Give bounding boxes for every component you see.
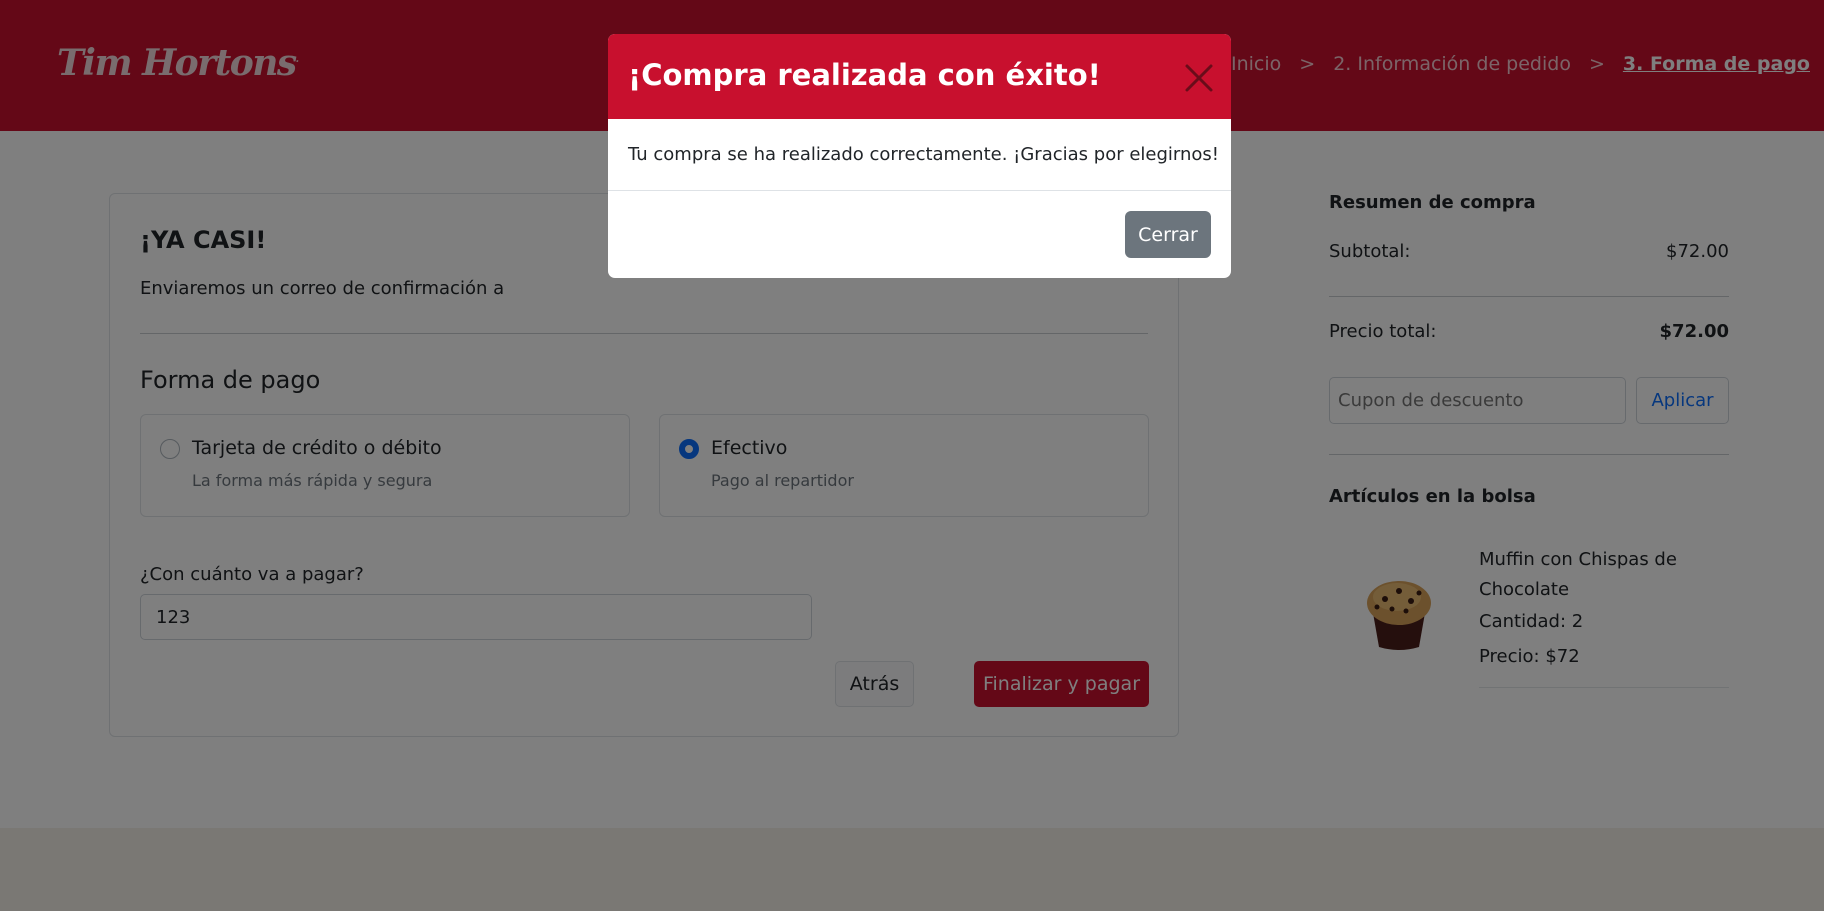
success-modal: ¡Compra realizada con éxito! Tu compra s…: [608, 34, 1231, 278]
close-modal-button[interactable]: Cerrar: [1125, 211, 1211, 258]
close-icon[interactable]: [1184, 63, 1214, 93]
modal-title: ¡Compra realizada con éxito!: [628, 58, 1101, 92]
modal-header: ¡Compra realizada con éxito!: [608, 34, 1231, 119]
modal-message: Tu compra se ha realizado correctamente.…: [628, 144, 1220, 165]
divider: [608, 190, 1231, 191]
